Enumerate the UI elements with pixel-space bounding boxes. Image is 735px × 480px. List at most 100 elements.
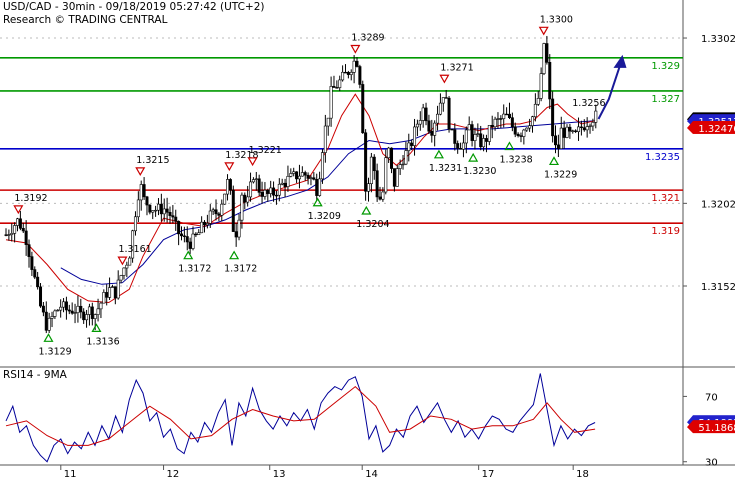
price-candle-body [223,193,227,205]
pivot-low-label: 1.3230 [463,166,496,177]
price-candle-body [110,286,114,288]
pivot-high-label: 1.3271 [440,62,473,73]
price-candle-body [214,209,218,215]
price-candle-body [297,175,301,180]
price-candle-body [395,168,399,187]
pivot-low-label: 1.3204 [356,219,389,230]
price-candle-body [545,43,549,63]
price-candle-body [116,279,120,299]
price-candle-body [392,168,396,187]
price-candle-body [369,156,373,184]
price-candle-body [90,306,94,319]
price-candle-body [266,189,270,194]
price-candle-body [554,135,558,146]
price-badge-label: 1.32476 [698,124,735,135]
price-candle-body [243,194,247,203]
price-candle-body [128,257,132,266]
price-candle-body [588,125,592,128]
level-label: 1.329 [651,61,680,72]
price-candle-body [332,86,336,88]
price-candle-body [401,163,405,166]
pivot-low-marker [43,333,54,342]
price-candle-body [513,126,517,135]
time-tick-label: 11 [64,469,77,480]
price-candle-body [502,113,506,119]
time-tick-label: 17 [482,469,495,480]
pivot-low-label: 1.3172 [178,264,211,275]
price-candle-body [450,128,454,131]
price-candle-body [208,210,212,224]
price-candle-body [286,176,290,187]
price-candle-body [159,203,163,215]
price-candle-body [479,133,483,148]
price-candle-body [136,199,140,218]
pivot-low-marker [183,250,194,260]
price-candle-body [505,113,509,116]
price-candle-body [21,228,25,232]
price-candle-body [329,86,333,119]
pivot-high-label: 1.3289 [351,33,384,44]
price-candle-body [591,122,595,127]
pivot-low-marker [548,156,560,166]
level-target-label: 1.3256 [572,98,605,109]
price-candle-body [464,129,468,144]
price-candle-body [205,223,209,226]
pivot-high-marker [13,205,24,215]
price-candle-body [461,142,465,150]
price-candle-body [415,123,419,128]
price-candle-body [211,209,215,212]
price-candle-body [303,172,307,176]
price-candle-body [507,113,511,119]
price-candle-body [231,189,235,232]
price-candle-body [453,129,457,144]
time-tick-label: 12 [167,469,180,480]
price-candle-body [312,177,316,180]
price-candle-body [142,184,146,198]
forecast-arrow-head [613,54,627,68]
price-candle-body [122,267,126,276]
price-candle-body [200,221,204,234]
price-candle-body [277,183,281,196]
price-candle-body [556,144,560,149]
price-candle-body [309,177,313,179]
price-candle-body [36,276,40,288]
price-candle-body [24,230,28,245]
price-candle-body [539,73,543,99]
price-candle-body [565,126,569,138]
price-candle-body [7,234,11,236]
price-candle-body [372,156,376,172]
price-candle-body [516,133,520,137]
price-candle-body [13,225,17,234]
price-candle-body [510,117,514,128]
pivot-low-label: 1.3209 [308,211,341,222]
pivot-high-label: 1.3300 [540,14,573,25]
price-candle-body [358,66,362,85]
pivot-low-label: 1.3172 [224,264,257,275]
price-candle-body [398,164,402,169]
price-candle-body [139,184,143,201]
price-candle-body [482,138,486,148]
price-candle-body [125,264,129,269]
price-candle-body [44,311,48,331]
price-candle-body [381,191,385,200]
price-candle-body [53,310,57,317]
price-candle-body [85,314,89,321]
time-tick-label: 14 [365,469,378,480]
price-candle-body [568,126,572,132]
price-candle-body [62,301,66,308]
price-candle-body [410,142,414,146]
price-candle-body [447,97,451,130]
price-candle-body [174,216,178,222]
price-candle-body [585,126,589,131]
pivot-low-label: 1.3238 [499,155,532,166]
price-candle-body [254,178,258,180]
pivot-low-label: 1.3129 [38,346,71,357]
fast-moving-average [5,93,596,304]
price-candle-body [119,275,123,281]
price-candle-body [82,311,86,321]
price-candle-body [295,171,299,180]
price-candle-body [168,211,172,216]
price-candle-body [50,316,54,319]
price-candle-body [375,170,379,198]
price-candle-body [76,305,80,314]
